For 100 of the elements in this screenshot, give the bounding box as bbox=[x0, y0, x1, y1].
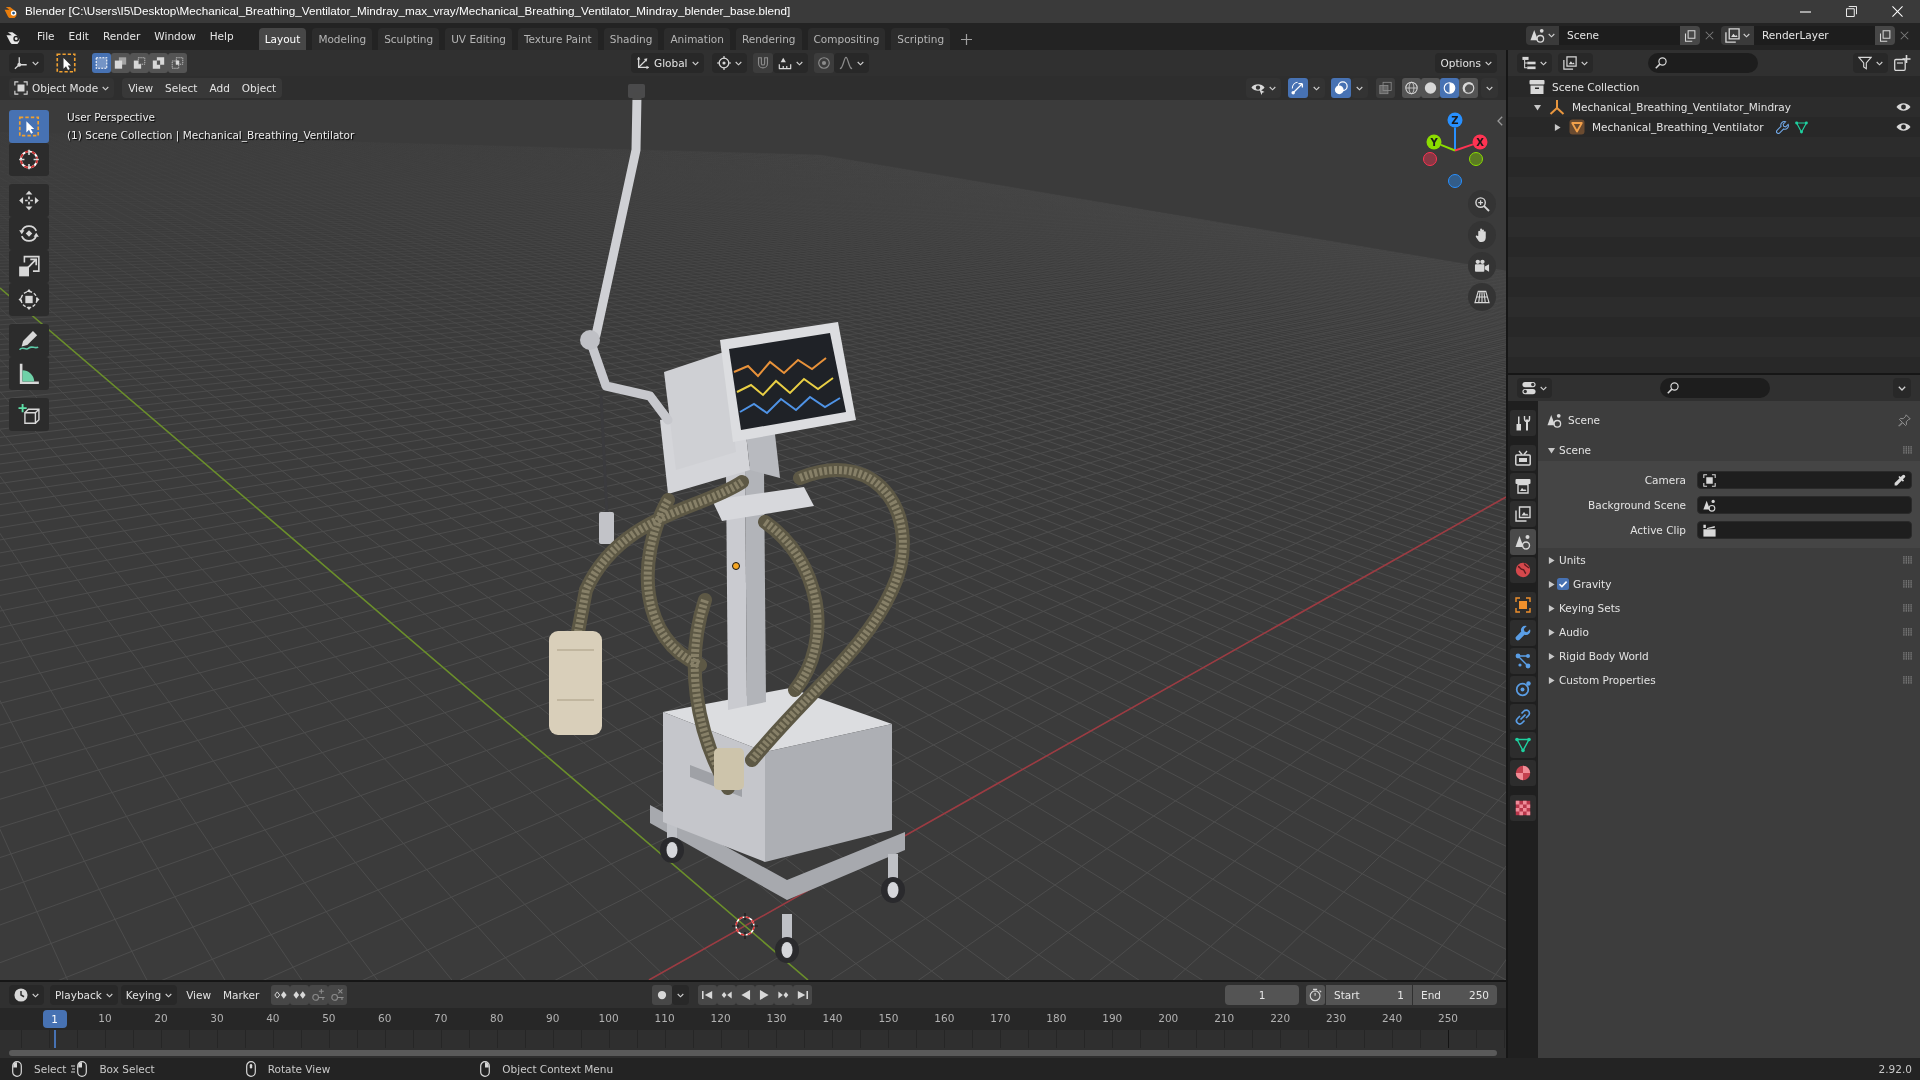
workspace-tab[interactable]: Texture Paint bbox=[517, 28, 598, 50]
workspace-tab[interactable]: Scripting bbox=[891, 28, 951, 50]
start-frame-field[interactable]: Start 1 bbox=[1326, 985, 1412, 1005]
new-collection-icon[interactable] bbox=[1894, 55, 1911, 71]
menu-item[interactable]: Render bbox=[95, 23, 148, 50]
panel-header[interactable]: Rigid Body World bbox=[1538, 644, 1920, 668]
scene-icon[interactable] bbox=[1510, 529, 1536, 555]
menu-dropdown[interactable]: Playback bbox=[50, 985, 118, 1005]
panel-header[interactable]: Units bbox=[1538, 548, 1920, 572]
editor-type-dropdown[interactable] bbox=[9, 53, 44, 73]
drag-handle-icon[interactable] bbox=[1903, 604, 1912, 612]
pin-icon[interactable] bbox=[1898, 413, 1911, 427]
move-icon[interactable] bbox=[9, 184, 49, 217]
outliner-item[interactable]: Mechanical_Breathing_Ventilator bbox=[1508, 117, 1920, 137]
mode-dropdown[interactable]: Object Mode bbox=[9, 78, 115, 98]
outliner-item[interactable]: Mechanical_Breathing_Ventilator_Mindray bbox=[1508, 97, 1920, 117]
display-mode-dropdown[interactable] bbox=[1558, 53, 1593, 73]
visibility-dropdown[interactable] bbox=[1246, 78, 1281, 98]
falloff-dropdown[interactable] bbox=[833, 53, 869, 73]
playhead-frame-badge[interactable]: 1 bbox=[42, 1010, 67, 1028]
screwdriver-wrench-icon[interactable] bbox=[1510, 410, 1536, 436]
new-selection-icon[interactable] bbox=[92, 53, 111, 73]
pivot-dropdown[interactable] bbox=[711, 53, 747, 73]
difference-selection-icon[interactable] bbox=[149, 53, 168, 73]
search-field[interactable] bbox=[1648, 53, 1758, 73]
duplicate-button[interactable] bbox=[1875, 26, 1895, 45]
axis-handle[interactable]: X bbox=[1454, 134, 1488, 152]
menu-item[interactable]: View bbox=[122, 78, 160, 98]
next-keyframe-icon[interactable] bbox=[774, 985, 794, 1005]
options-dropdown[interactable] bbox=[1893, 378, 1911, 398]
jump-start-icon[interactable] bbox=[698, 985, 718, 1005]
subtract-selection-icon[interactable] bbox=[130, 53, 149, 73]
menu-item[interactable]: Marker bbox=[217, 985, 266, 1005]
scene-name-field[interactable]: Scene bbox=[1559, 26, 1680, 45]
pencil-icon[interactable] bbox=[9, 324, 49, 357]
play-icon[interactable] bbox=[755, 985, 775, 1005]
workspace-tab[interactable]: Layout bbox=[258, 28, 307, 50]
workspace-tab[interactable]: Shading bbox=[603, 28, 659, 50]
link-icon[interactable] bbox=[1510, 704, 1536, 730]
eyedropper-icon[interactable] bbox=[1893, 473, 1906, 487]
workspace-tab[interactable]: Modeling bbox=[312, 28, 373, 50]
workspace-tab[interactable]: Sculpting bbox=[378, 28, 440, 50]
drag-handle-icon[interactable] bbox=[1903, 446, 1912, 454]
menu-dropdown[interactable]: Keying bbox=[120, 985, 178, 1005]
printer-icon[interactable] bbox=[1510, 473, 1536, 499]
data-block-dropdown[interactable] bbox=[1721, 26, 1754, 45]
disclosure-triangle-icon[interactable] bbox=[1533, 103, 1541, 111]
panel-header[interactable]: Audio bbox=[1538, 620, 1920, 644]
camera-icon[interactable] bbox=[1468, 252, 1496, 280]
search-field[interactable] bbox=[1660, 378, 1770, 398]
workspace-tab[interactable]: Compositing bbox=[807, 28, 886, 50]
editor-type-dropdown[interactable] bbox=[9, 985, 44, 1005]
editor-type-dropdown[interactable] bbox=[1517, 53, 1552, 73]
viewport-canvas[interactable]: Object Mode View Select Add Object User Perspective (1) Scene Collection | Mechanical_Breathing_Ventilator Z Y X bbox=[0, 76, 1506, 980]
duplicate-button[interactable] bbox=[1680, 26, 1700, 45]
mesh-data-icon[interactable] bbox=[1794, 120, 1808, 134]
key-remove-icon[interactable] bbox=[328, 985, 348, 1005]
plus-icon[interactable] bbox=[961, 33, 973, 45]
proportional-editing-icon[interactable] bbox=[813, 53, 834, 73]
current-frame-field[interactable]: 1 bbox=[1225, 985, 1299, 1005]
xray-icon[interactable] bbox=[1376, 78, 1395, 98]
menu-item[interactable]: Select bbox=[159, 78, 204, 98]
options-dropdown[interactable]: Options bbox=[1435, 53, 1497, 73]
view-layer-name-field[interactable]: RenderLayer bbox=[1754, 26, 1875, 45]
keyframes-icon[interactable] bbox=[290, 985, 310, 1005]
checker-icon[interactable] bbox=[1510, 795, 1536, 821]
panel-header[interactable]: Gravity bbox=[1538, 572, 1920, 596]
cursor-icon[interactable] bbox=[9, 143, 49, 176]
camera-field[interactable] bbox=[1697, 471, 1912, 489]
eye-icon[interactable] bbox=[1896, 102, 1911, 112]
panel-header[interactable]: Custom Properties bbox=[1538, 668, 1920, 692]
snap-target-dropdown[interactable] bbox=[772, 53, 808, 73]
gizmo-options-dropdown[interactable] bbox=[1308, 78, 1325, 98]
axis-handle[interactable]: Z bbox=[1447, 112, 1463, 152]
triangle-mesh-icon[interactable] bbox=[1510, 732, 1536, 758]
menu-item[interactable]: Object bbox=[235, 78, 283, 98]
jump-end-icon[interactable] bbox=[793, 985, 813, 1005]
editor-type-dropdown[interactable] bbox=[1517, 378, 1552, 398]
menu-item[interactable]: View bbox=[180, 985, 218, 1005]
outliner-item[interactable]: Scene Collection bbox=[1508, 77, 1920, 97]
extend-selection-icon[interactable] bbox=[111, 53, 130, 73]
auto-keying-options-dropdown[interactable] bbox=[672, 985, 690, 1005]
axis-handle[interactable]: Y bbox=[1426, 134, 1456, 152]
keyframes-icon[interactable] bbox=[271, 985, 291, 1005]
drag-handle-icon[interactable] bbox=[1903, 676, 1912, 684]
negative-axis-handle[interactable] bbox=[1469, 152, 1483, 166]
negative-axis-handle[interactable] bbox=[1423, 152, 1437, 166]
overlays-icon[interactable] bbox=[1331, 78, 1351, 98]
wireframe-shading-icon[interactable] bbox=[1402, 78, 1421, 98]
disclosure-triangle-icon[interactable] bbox=[1553, 123, 1561, 131]
panel-header[interactable]: Keying Sets bbox=[1538, 596, 1920, 620]
particles-icon[interactable] bbox=[1510, 648, 1536, 674]
scrollbar-thumb[interactable] bbox=[9, 1050, 1497, 1056]
workspace-tab[interactable]: Animation bbox=[664, 28, 730, 50]
wrench-icon[interactable] bbox=[1510, 620, 1536, 646]
drag-handle-icon[interactable] bbox=[1903, 580, 1912, 588]
camera-back-icon[interactable] bbox=[1510, 445, 1536, 471]
drag-handle-icon[interactable] bbox=[1903, 556, 1912, 564]
zoom-icon[interactable] bbox=[1468, 190, 1496, 218]
drag-handle-icon[interactable] bbox=[1903, 652, 1912, 660]
